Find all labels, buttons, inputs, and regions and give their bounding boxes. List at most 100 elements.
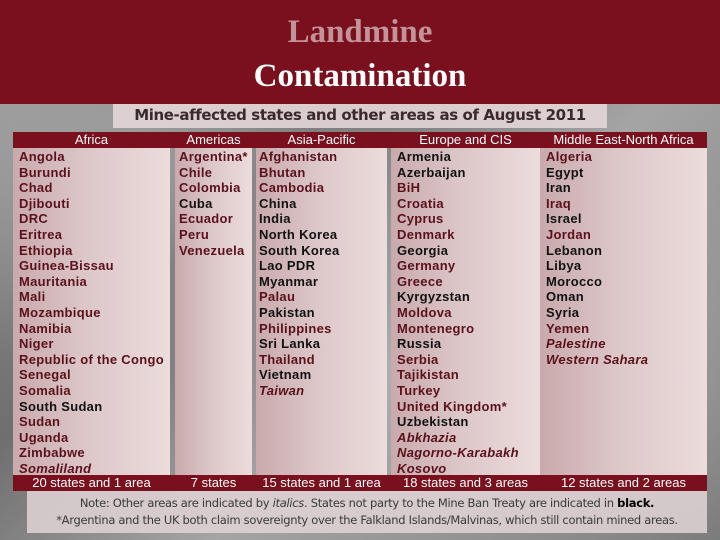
column-body: Argentina* Chile Colombia Cuba Ecuador Peru Ve… — [175, 148, 252, 475]
state-item: Senegal — [19, 367, 71, 383]
note-text: Note: Other areas are indicated by — [79, 496, 273, 510]
state-item: Tajikistan — [397, 367, 460, 383]
state-item: Thailand — [259, 351, 315, 367]
state-item: Republic of the Congo — [19, 351, 164, 367]
state-item: Serbia — [397, 351, 439, 367]
state-item: Croatia — [397, 195, 444, 211]
state-item: Yemen — [546, 320, 590, 336]
state-item: DRC — [19, 211, 49, 227]
state-item: Sudan — [19, 414, 61, 430]
state-item: Syria — [546, 304, 580, 320]
state-item: China — [259, 195, 297, 211]
slide-title-line1: Landmine — [287, 14, 433, 50]
state-item: Bhutan — [259, 164, 306, 180]
column-summary: 18 states and 3 areas — [402, 475, 529, 490]
state-item: Turkey — [397, 382, 441, 398]
column-middle-east-north-africa: Middle East-North Africa Algeria Egypt Ira… — [540, 132, 707, 491]
state-item: Mauritania — [19, 273, 88, 289]
other-area-item: Palestine — [546, 336, 606, 352]
state-item: South Sudan — [19, 398, 103, 414]
state-item: Moldova — [397, 304, 452, 320]
state-item: Israel — [546, 211, 582, 227]
state-item: Denmark — [397, 226, 455, 242]
state-item: North Korea — [259, 226, 338, 242]
state-item: Ecuador — [179, 211, 234, 227]
column-header: Americas — [186, 132, 241, 147]
state-item: Chad — [19, 180, 53, 196]
column-summary: 7 states — [190, 475, 237, 490]
state-item: Ethiopia — [19, 242, 73, 258]
state-item: Chile — [179, 164, 213, 180]
mine-affected-table: Africa Angola Burundi Chad Djibouti DRC Eritr… — [13, 132, 707, 491]
legend-note: Note: Other areas are indicated by itali… — [27, 496, 707, 510]
other-area-item: Taiwan — [259, 382, 305, 398]
state-item: Montenegro — [397, 320, 475, 336]
state-item: Cyprus — [397, 211, 444, 227]
state-item: Armenia — [397, 149, 452, 164]
column-americas: Americas Argentina* Chile Colombia Cuba Ecua… — [175, 132, 252, 491]
state-item: Algeria — [546, 149, 593, 164]
state-item: Djibouti — [19, 195, 70, 211]
column-body: Armenia Azerbaijan BiH Croatia Cyprus Denmark… — [391, 148, 540, 476]
state-item: Azerbaijan — [397, 164, 466, 180]
state-item: Kyrgyzstan — [397, 289, 471, 305]
state-item: Germany — [397, 258, 456, 274]
title-band: Landmine Contamination — [0, 0, 720, 104]
state-item: Lebanon — [546, 242, 603, 258]
state-item: Cambodia — [259, 180, 325, 196]
state-item: Philippines — [259, 320, 332, 336]
state-item: Argentina* — [179, 149, 248, 164]
column-europe-cis: Europe and CIS Armenia Azerbaijan BiH Croat… — [391, 132, 540, 491]
state-item: Iraq — [546, 195, 572, 211]
state-item: Sri Lanka — [259, 336, 321, 352]
state-item: Angola — [19, 149, 65, 164]
column-header: Asia-Pacific — [287, 132, 356, 147]
state-item: Egypt — [546, 164, 584, 180]
state-item: Uzbekistan — [397, 414, 469, 430]
state-item: BiH — [397, 180, 421, 196]
state-item: United Kingdom* — [397, 398, 507, 414]
state-item: Niger — [19, 336, 54, 352]
column-body: Angola Burundi Chad Djibouti DRC Eritrea Ethio… — [13, 148, 170, 476]
column-africa: Africa Angola Burundi Chad Djibouti DRC Eritr… — [13, 132, 170, 491]
state-item: Palau — [259, 289, 296, 305]
state-item: Namibia — [19, 320, 72, 336]
other-area-item: Abkhazia — [397, 429, 457, 445]
note-italics-example: italics — [272, 496, 305, 510]
state-item: Afghanistan — [259, 149, 338, 164]
column-asia-pacific: Asia-Pacific Afghanistan Bhutan Cambodia Ch… — [256, 132, 387, 491]
state-item: Eritrea — [19, 226, 63, 242]
state-item: Somalia — [19, 382, 71, 398]
state-item: Greece — [397, 273, 443, 289]
state-item: Uganda — [19, 429, 69, 445]
state-item: Libya — [546, 258, 582, 274]
state-item: Russia — [397, 336, 442, 352]
column-header: Europe and CIS — [419, 132, 512, 147]
column-summary: 20 states and 1 area — [32, 475, 151, 490]
state-item: Zimbabwe — [19, 445, 85, 461]
state-item: Colombia — [179, 180, 241, 196]
state-item: Myanmar — [259, 273, 319, 289]
state-item: Vietnam — [259, 367, 312, 383]
other-area-item: Western Sahara — [546, 351, 649, 367]
state-item: Lao PDR — [259, 258, 316, 274]
state-item: Morocco — [546, 273, 603, 289]
state-item: Pakistan — [259, 304, 315, 320]
column-summary: 12 states and 2 areas — [560, 475, 687, 490]
note-black-example: black. — [617, 496, 655, 510]
notes-box: Note: Other areas are indicated by itali… — [27, 491, 707, 533]
state-item: Peru — [179, 226, 210, 242]
column-header: Middle East-North Africa — [553, 132, 694, 147]
slide-title-line2: Contamination — [253, 58, 467, 94]
state-item: South Korea — [259, 242, 340, 258]
column-body: Afghanistan Bhutan Cambodia China India North… — [256, 148, 387, 475]
state-item: Venezuela — [179, 242, 245, 258]
other-area-item: Nagorno-Karabakh — [397, 445, 519, 461]
state-item: Mali — [19, 289, 46, 305]
note-text: . States not party to the Mine Ban Treat… — [303, 496, 618, 510]
column-header: Africa — [74, 132, 109, 147]
column-summary: 15 states and 1 area — [262, 475, 381, 490]
state-item: Oman — [546, 289, 585, 305]
table-subtitle: Mine-affected states and other areas as … — [113, 104, 607, 128]
state-item: Guinea-Bissau — [19, 258, 114, 274]
